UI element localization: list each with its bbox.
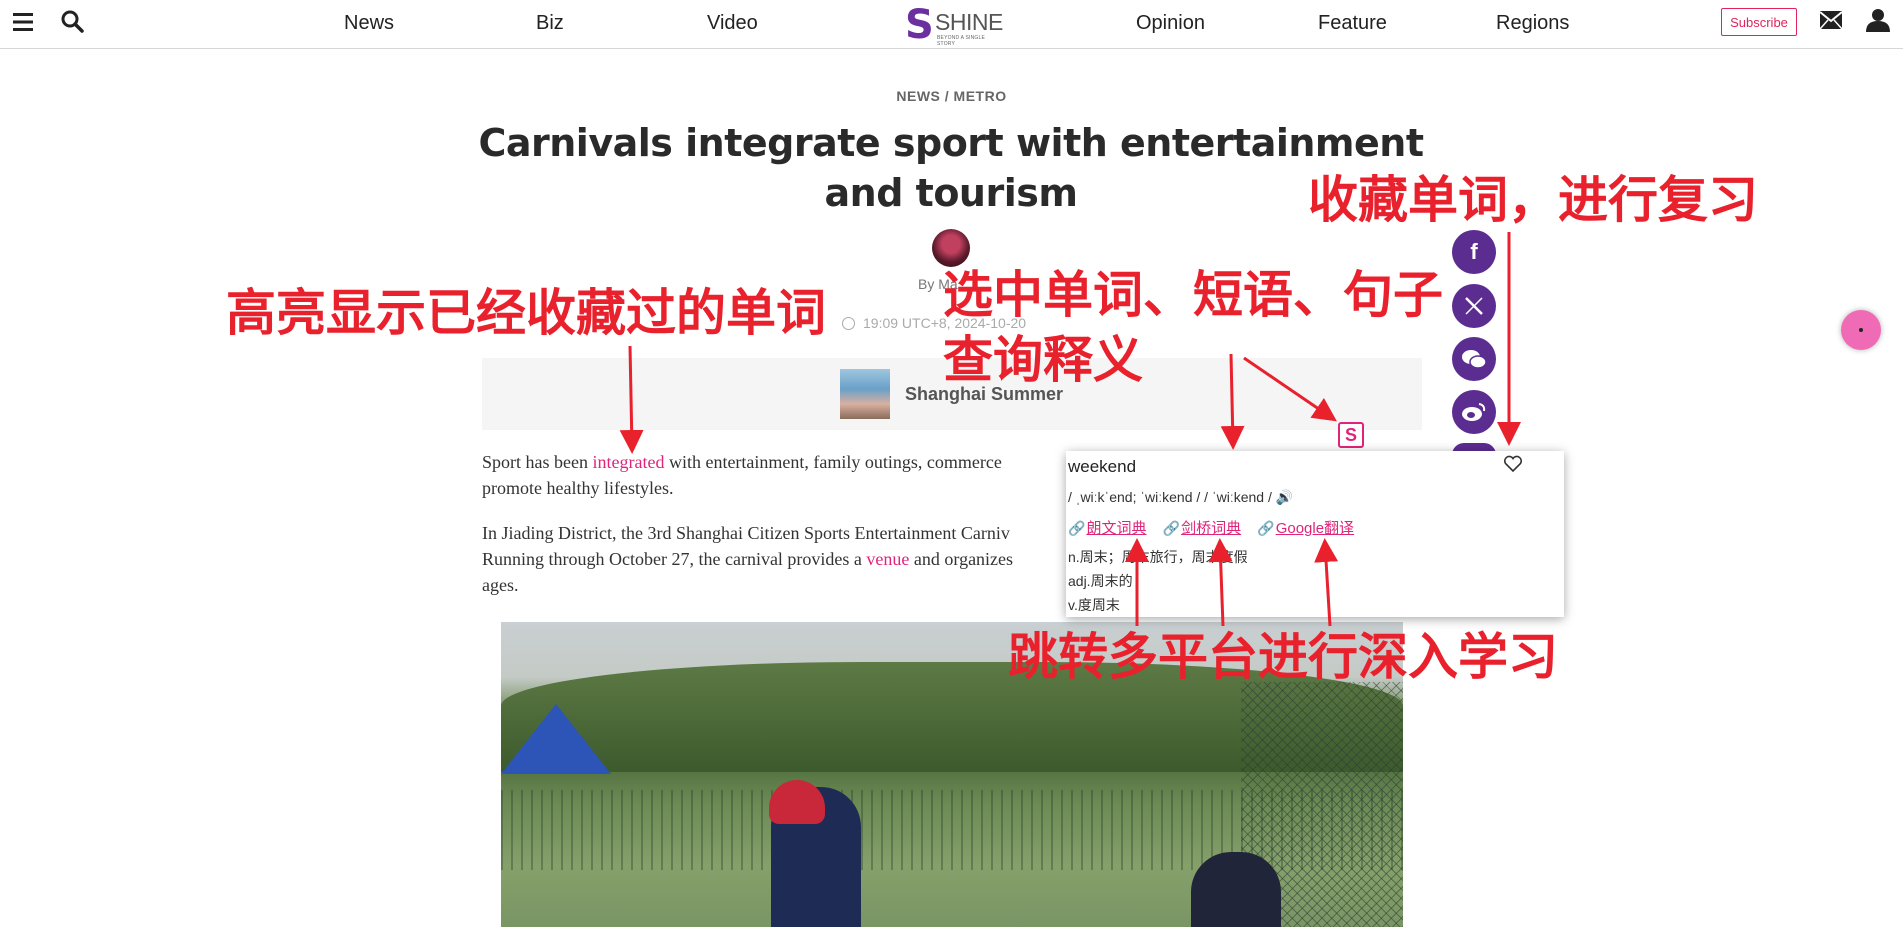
google-translate-link[interactable]: Google翻译 [1276, 520, 1354, 537]
para2-line1: In Jiading District, the 3rd Shanghai Ci… [482, 523, 1010, 543]
annotation-highlight: 高亮显示已经收藏过的单词 [226, 284, 826, 342]
search-icon[interactable] [60, 9, 84, 33]
wechat-icon [1462, 350, 1487, 369]
longman-link[interactable]: 朗文词典 [1086, 520, 1146, 537]
favorite-heart-icon[interactable] [1503, 455, 1523, 473]
definition-noun: n.周末；周末旅行，周末度假 [1068, 549, 1248, 565]
series-thumbnail[interactable] [840, 369, 890, 419]
link-icon: 🔗 [1068, 520, 1086, 536]
definitions: n.周末；周末旅行，周末度假 adj.周末的 v.度周末 [1068, 545, 1248, 617]
paragraph-2: In Jiading District, the 3rd Shanghai Ci… [482, 520, 1082, 598]
author-avatar[interactable] [932, 229, 970, 267]
logo-word: SHINE [935, 9, 1003, 35]
paragraph-1: Sport has been integrated with entertain… [482, 449, 1082, 501]
highlighted-word-venue[interactable]: venue [866, 549, 909, 569]
weibo-share-button[interactable] [1452, 390, 1496, 434]
popup-word: weekend [1068, 457, 1137, 476]
floating-assistant-button[interactable] [1841, 310, 1881, 350]
annotation-select-line2: 查询释义 [943, 331, 1143, 389]
user-icon[interactable] [1866, 8, 1890, 32]
definition-adj: adj.周末的 [1068, 573, 1133, 589]
x-share-button[interactable] [1452, 284, 1496, 328]
highlighted-word-integrated[interactable]: integrated [592, 452, 664, 472]
x-icon [1465, 297, 1483, 315]
para2-text-cont: and organizes [909, 549, 1014, 569]
section-breadcrumb[interactable]: NEWS / METRO [0, 88, 1903, 104]
subscribe-button[interactable]: Subscribe [1721, 8, 1797, 36]
para2-text: Running through October 27, the carnival… [482, 549, 867, 569]
phonetic-text: / ˌwiːkˈend; ˈwiːkend / / ˈwiːkend / [1068, 489, 1272, 505]
phonetic: / ˌwiːkˈend; ˈwiːkend / / ˈwiːkend / 🔊 [1068, 489, 1293, 506]
link-icon: 🔗 [1162, 520, 1181, 536]
annotation-favorite: 收藏单词，进行复习 [1308, 171, 1758, 229]
facebook-share-button[interactable]: f [1452, 230, 1496, 274]
shine-logo[interactable]: S SHINE BEYOND A SINGLE STORY [905, 2, 1003, 48]
annotation-jump: 跳转多平台进行深入学习 [1008, 628, 1558, 686]
lookup-trigger-button[interactable]: S [1338, 422, 1364, 448]
para1-text-cont: with entertainment, family outings, comm… [664, 452, 1002, 472]
nav-video[interactable]: Video [707, 12, 758, 35]
definition-verb: v.度周末 [1068, 597, 1120, 613]
menu-icon[interactable] [13, 12, 33, 32]
dictionary-links: 🔗朗文词典 🔗剑桥词典 🔗Google翻译 [1068, 517, 1366, 538]
para1-text: Sport has been [482, 452, 593, 472]
wechat-share-button[interactable] [1452, 337, 1496, 381]
dictionary-popup: weekend / ˌwiːkˈend; ˈwiːkend / / ˈwiːke… [1066, 451, 1564, 617]
nav-opinion[interactable]: Opinion [1136, 12, 1205, 35]
facebook-icon: f [1470, 239, 1478, 264]
speaker-icon[interactable]: 🔊 [1276, 489, 1293, 506]
cambridge-link[interactable]: 剑桥词典 [1181, 520, 1241, 537]
link-icon: 🔗 [1257, 520, 1275, 536]
mail-icon[interactable] [1819, 10, 1843, 30]
para1-line2: promote healthy lifestyles. [482, 478, 674, 498]
logo-tagline: BEYOND A SINGLE STORY [937, 35, 986, 47]
nav-regions[interactable]: Regions [1496, 12, 1569, 35]
para2-line3: ages. [482, 575, 519, 595]
nav-feature[interactable]: Feature [1318, 12, 1387, 35]
top-navigation: News Biz Video S SHINE BEYOND A SINGLE S… [0, 0, 1903, 49]
logo-mark-icon: S [905, 2, 934, 48]
nav-news[interactable]: News [344, 12, 394, 35]
clock-icon [842, 317, 855, 330]
weibo-icon [1462, 403, 1486, 421]
article-title: Carnivals integrate sport with entertain… [478, 121, 1424, 215]
annotation-select-line1: 选中单词、短语、句子 [943, 266, 1443, 324]
nav-biz[interactable]: Biz [536, 12, 564, 35]
